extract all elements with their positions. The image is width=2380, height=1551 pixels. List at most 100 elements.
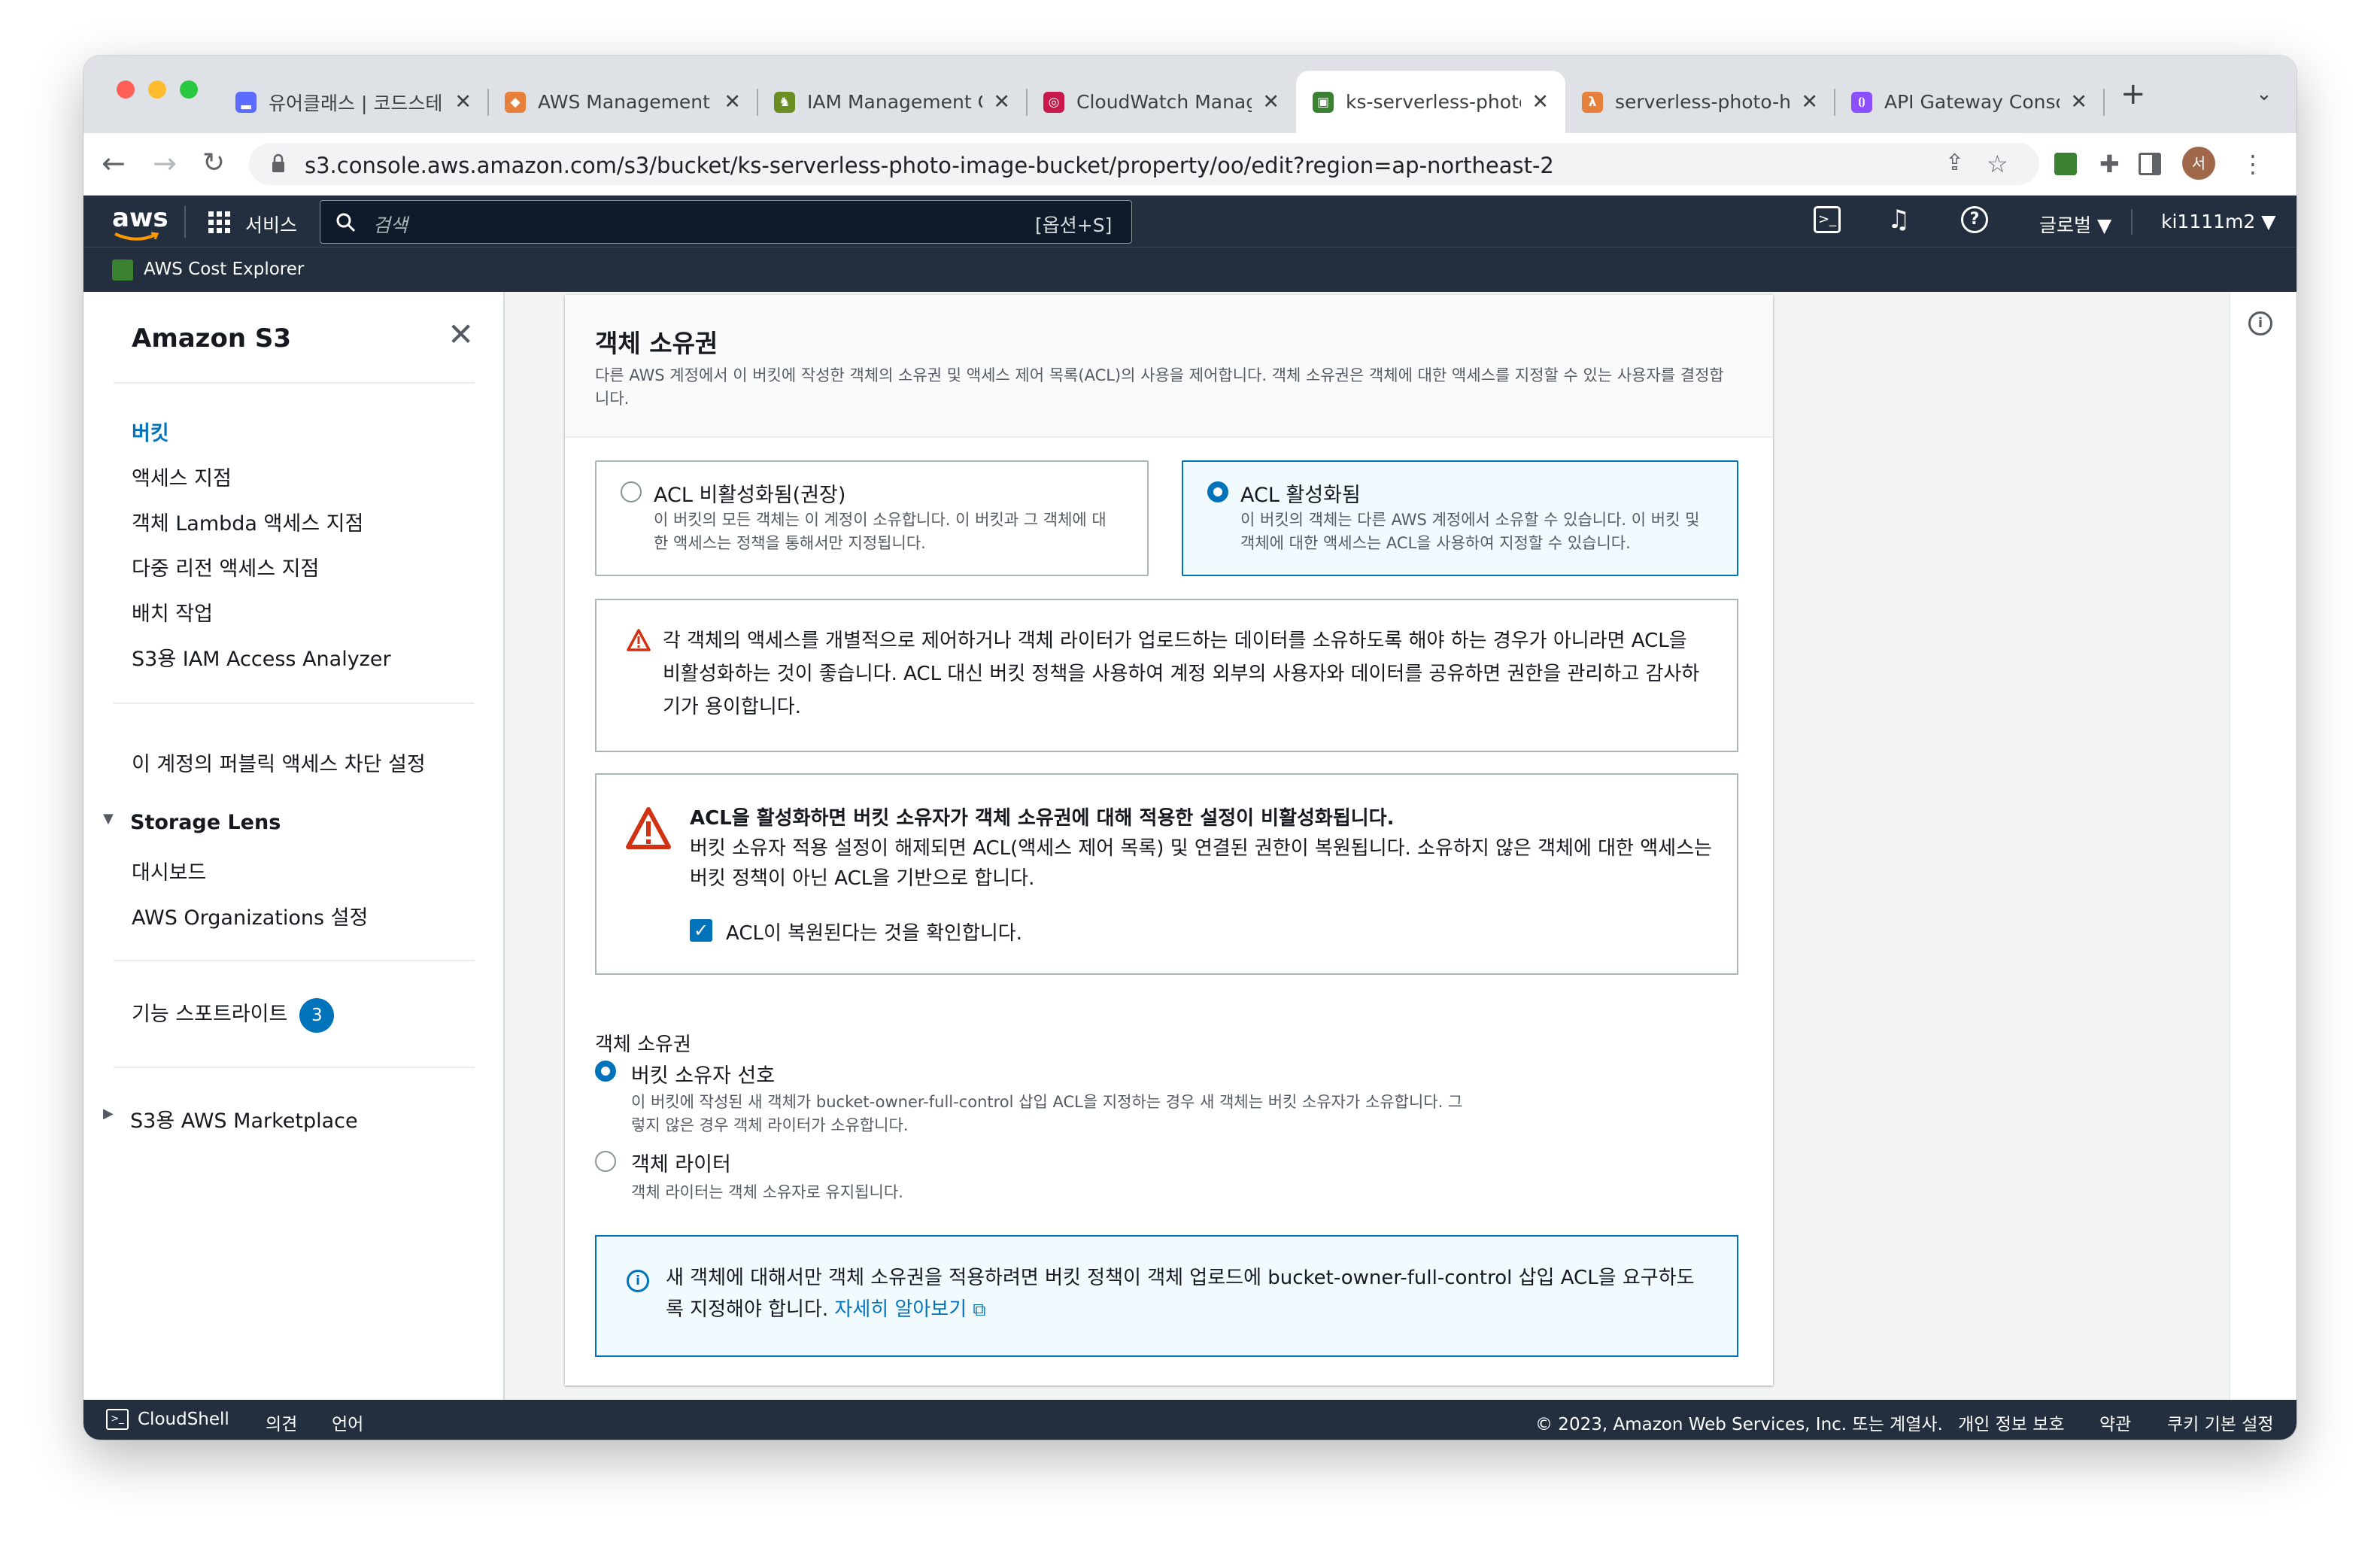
browser-tab[interactable]: λ serverless-photo-he ✕ <box>1565 71 1835 133</box>
tab-favicon-icon: ◆ <box>505 91 526 113</box>
tab-title: AWS Management C <box>538 91 714 113</box>
footer-privacy-link[interactable]: 개인 정보 보호 <box>1958 1410 2065 1435</box>
profile-avatar[interactable]: 서 <box>2182 147 2215 180</box>
acl-enabled-tile[interactable]: ACL 활성화됨 이 버킷의 객체는 다른 AWS 계정에서 소유할 수 있습니… <box>1182 460 1738 576</box>
feature-spotlight-label: 기능 스포트라이트 <box>132 1003 288 1026</box>
close-sidebar-icon[interactable]: ✕ <box>448 316 474 353</box>
tab-close-icon[interactable]: ✕ <box>724 90 741 114</box>
sheets-extension-icon[interactable] <box>2054 153 2077 175</box>
sidebar-item-batch-operations[interactable]: 배치 작업 <box>132 597 213 627</box>
footer-copyright: © 2023, Amazon Web Services, Inc. 또는 계열사… <box>1535 1415 1943 1434</box>
lock-icon[interactable] <box>272 153 285 173</box>
browser-tab-active[interactable]: ▣ ks-serverless-photo ✕ <box>1296 71 1565 133</box>
tab-title: IAM Management Co <box>807 91 982 113</box>
search-icon <box>336 213 356 232</box>
region-selector[interactable]: 글로벌 ▼ <box>2039 211 2111 238</box>
cloudshell-icon[interactable]: >_ <box>1814 206 1841 233</box>
cost-explorer-link[interactable]: AWS Cost Explorer <box>144 260 304 279</box>
warning-triangle-icon <box>627 629 651 651</box>
side-panel-icon[interactable] <box>2139 153 2161 175</box>
bookmark-star-icon[interactable]: ☆ <box>1987 150 2008 178</box>
object-writer-label[interactable]: 객체 라이터 <box>631 1148 731 1177</box>
tab-close-icon[interactable]: ✕ <box>454 90 472 114</box>
sidebar-title: Amazon S3 <box>132 323 292 354</box>
sidebar-item-organizations-settings[interactable]: AWS Organizations 설정 <box>132 901 368 930</box>
sidebar-item-marketplace[interactable]: S3용 AWS Marketplace <box>130 1104 358 1134</box>
url-text[interactable]: s3.console.aws.amazon.com/s3/bucket/ks-s… <box>305 153 1554 178</box>
sidebar-item-buckets[interactable]: 버킷 <box>132 417 169 446</box>
learn-more-link[interactable]: 자세히 알아보기 <box>834 1298 967 1321</box>
browser-tab[interactable]: ◎ CloudWatch Manage ✕ <box>1027 71 1296 133</box>
url-bar[interactable]: s3.console.aws.amazon.com/s3/bucket/ks-s… <box>249 143 2039 185</box>
bucket-owner-preferred-label[interactable]: 버킷 소유자 선호 <box>631 1059 775 1088</box>
info-panel-icon[interactable]: i <box>2248 311 2272 335</box>
sidebar-section-storage-lens[interactable]: Storage Lens <box>130 811 281 834</box>
help-panel-rail: i <box>2229 292 2297 1400</box>
forward-arrow-icon[interactable]: → <box>153 147 177 180</box>
acl-disabled-tile[interactable]: ACL 비활성화됨(권장) 이 버킷의 모든 객체는 이 계정이 소유합니다. … <box>595 460 1149 576</box>
confirm-acl-checkbox[interactable]: ✓ <box>690 919 712 942</box>
acl-disabled-radio[interactable] <box>621 481 642 502</box>
expand-caret-icon[interactable]: ▼ <box>103 811 114 827</box>
footer-language-link[interactable]: 언어 <box>332 1410 363 1435</box>
help-icon[interactable]: ? <box>1961 206 1988 233</box>
sidebar-item-iam-access-analyzer[interactable]: S3용 IAM Access Analyzer <box>132 642 391 672</box>
confirm-acl-label[interactable]: ACL이 복원된다는 것을 확인합니다. <box>726 918 1022 945</box>
footer-terms-link[interactable]: 약관 <box>2099 1410 2131 1435</box>
acl-warning-alert: 각 객체의 액세스를 개별적으로 제어하거나 객체 라이터가 업로드하는 데이터… <box>595 599 1738 752</box>
browser-menu-icon[interactable]: ⋮ <box>2241 150 2265 178</box>
sidebar-item-block-public-access[interactable]: 이 계정의 퍼블릭 액세스 차단 설정 <box>132 748 426 777</box>
close-window-button[interactable] <box>117 80 135 99</box>
new-tab-plus-icon[interactable]: + <box>2120 77 2146 111</box>
services-grid-icon[interactable] <box>208 211 231 234</box>
share-icon[interactable]: ⇪ <box>1945 150 1964 176</box>
browser-tab[interactable]: ⦗⦘ API Gateway Consol ✕ <box>1835 71 2105 133</box>
footer-cloudshell-link[interactable]: CloudShell <box>138 1410 229 1429</box>
tab-close-icon[interactable]: ✕ <box>2070 90 2087 114</box>
critical-warning-icon <box>626 807 671 849</box>
bucket-owner-preferred-radio[interactable] <box>595 1061 616 1082</box>
back-arrow-icon[interactable]: ← <box>102 147 126 180</box>
collapsed-caret-icon[interactable]: ▶ <box>103 1106 114 1122</box>
sidebar-divider <box>114 960 475 961</box>
account-menu[interactable]: ki1111m2 ▼ <box>2161 211 2275 232</box>
ownership-info-alert: i 새 객체에 대해서만 객체 소유권을 적용하려면 버킷 정책이 객체 업로드… <box>595 1235 1738 1357</box>
external-link-icon[interactable]: ⧉ <box>973 1299 985 1320</box>
extensions-puzzle-icon[interactable]: ✚ <box>2099 150 2120 178</box>
zoom-window-button[interactable] <box>180 80 198 99</box>
sidebar-item-feature-spotlight[interactable]: 기능 스포트라이트 3 <box>132 997 335 1033</box>
tab-close-icon[interactable]: ✕ <box>1801 90 1818 114</box>
ownership-field-label: 객체 소유권 <box>595 1033 691 1056</box>
object-writer-radio[interactable] <box>595 1151 616 1172</box>
browser-window: ▂ 유어클래스 | 코드스테이 ✕ ◆ AWS Management C ✕ ♞… <box>83 56 2297 1440</box>
tab-search-chevron-icon[interactable]: ⌄ <box>2256 83 2272 105</box>
notifications-bell-icon[interactable]: ♫ <box>1887 205 1910 235</box>
spotlight-count-badge: 3 <box>299 997 335 1033</box>
tab-title: ks-serverless-photo <box>1346 91 1522 113</box>
object-ownership-panel: 객체 소유권 다른 AWS 계정에서 이 버킷에 작성한 객체의 소유권 및 액… <box>565 295 1773 1386</box>
browser-tab[interactable]: ◆ AWS Management C ✕ <box>488 71 758 133</box>
tab-close-icon[interactable]: ✕ <box>993 90 1010 114</box>
panel-title: 객체 소유권 <box>595 329 718 358</box>
reload-icon[interactable]: ↻ <box>202 147 225 180</box>
sidebar-item-lambda-access-points[interactable]: 객체 Lambda 액세스 지점 <box>132 507 363 536</box>
acl-enabled-radio[interactable] <box>1207 481 1228 502</box>
critical-alert-text: 버킷 소유자 적용 설정이 해제되면 ACL(액세스 제어 목록) 및 연결된 … <box>690 837 1712 890</box>
tab-close-icon[interactable]: ✕ <box>1262 90 1280 114</box>
sidebar-item-dashboards[interactable]: 대시보드 <box>132 856 206 885</box>
minimize-window-button[interactable] <box>148 80 166 99</box>
browser-tab[interactable]: ♞ IAM Management Co ✕ <box>757 71 1028 133</box>
sidebar-item-access-points[interactable]: 액세스 지점 <box>132 462 232 491</box>
browser-tab[interactable]: ▂ 유어클래스 | 코드스테이 ✕ <box>219 71 489 133</box>
footer-feedback-link[interactable]: 의견 <box>266 1410 297 1435</box>
aws-logo[interactable]: aws <box>112 203 168 233</box>
acl-critical-alert: ACL을 활성화하면 버킷 소유자가 객체 소유권에 대해 적용한 설정이 비활… <box>595 773 1738 975</box>
nav-divider <box>2131 209 2133 235</box>
tab-close-icon[interactable]: ✕ <box>1532 90 1549 114</box>
sidebar-item-multi-region-access-points[interactable]: 다중 리전 액세스 지점 <box>132 552 319 581</box>
footer-cookie-link[interactable]: 쿠키 기본 설정 <box>2167 1410 2274 1435</box>
services-menu[interactable]: 서비스 <box>245 211 297 238</box>
aws-search-input[interactable]: 검색 [옵션+S] <box>320 200 1132 244</box>
tab-favicon-icon: ▣ <box>1313 91 1334 113</box>
acl-enabled-desc: 이 버킷의 객체는 다른 AWS 계정에서 소유할 수 있습니다. 이 버킷 및… <box>1240 511 1700 552</box>
